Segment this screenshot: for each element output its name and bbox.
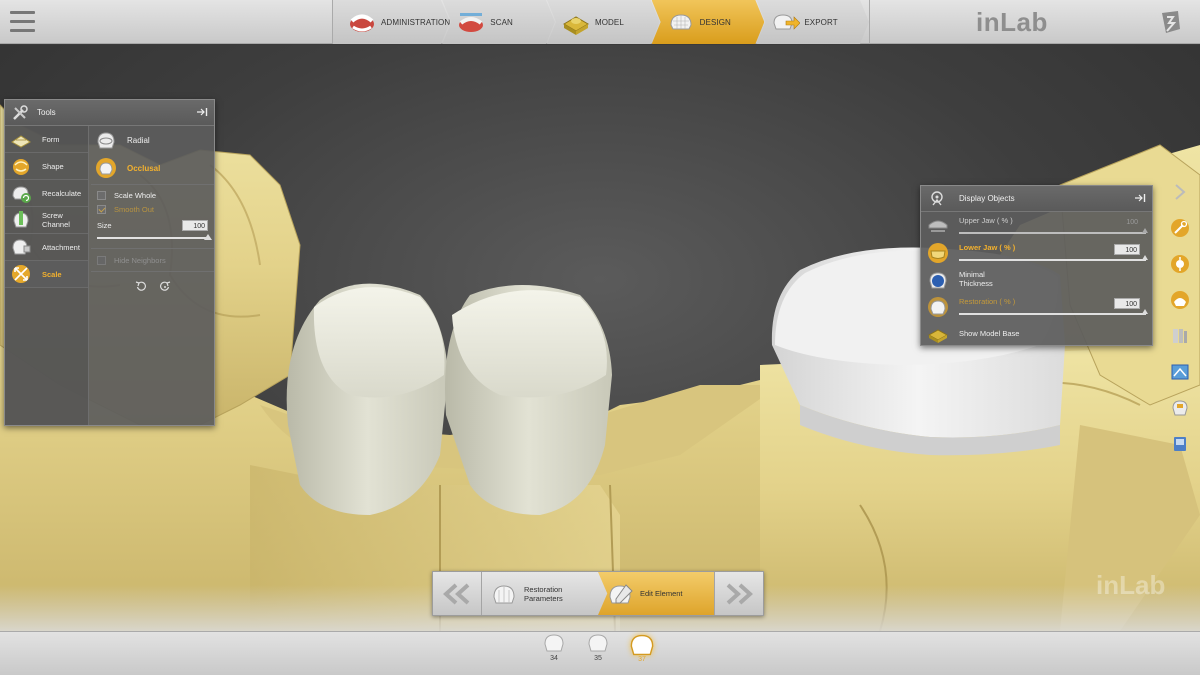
step-restoration-parameters[interactable]: Restoration Parameters [482, 572, 598, 615]
top-bar: ADMINISTRATION SCAN MODEL DESIGN EXPORT … [0, 0, 1200, 44]
undo-icon[interactable] [135, 280, 147, 292]
display-objects-header[interactable]: Display Objects [921, 186, 1152, 212]
double-chevron-right-icon [726, 583, 753, 604]
next-step-button[interactable] [715, 572, 763, 615]
display-objects-icon [931, 190, 943, 205]
size-value-input[interactable]: 100 [182, 219, 208, 231]
display-objects-panel: Display Objects Upper Jaw ( % ) 100 Lowe… [920, 185, 1153, 346]
lower-jaw-slider[interactable] [959, 255, 1148, 261]
upper-jaw-row[interactable]: Upper Jaw ( % ) 100 [921, 212, 1152, 239]
recalculate-icon [12, 186, 31, 203]
phase-scan[interactable]: SCAN [442, 0, 555, 44]
smooth-out-checkbox[interactable]: Smooth Out [91, 202, 214, 216]
size-row: Size 100 [91, 218, 214, 232]
view-icon[interactable] [1170, 362, 1190, 382]
display-objects-icon[interactable] [1170, 290, 1190, 310]
phase-model[interactable]: MODEL [546, 0, 660, 44]
form-icon [11, 135, 31, 148]
shape-icon [13, 159, 29, 175]
tooth-34-button[interactable]: 34 [542, 632, 566, 672]
upper-jaw-icon [928, 220, 948, 232]
tool-list: Form Shape Recalculate Screw Channel Att… [5, 126, 89, 425]
tool-form[interactable]: Form [5, 126, 88, 153]
restoration-tray: 34 35 37 [0, 631, 1200, 675]
restoration-slider[interactable] [959, 309, 1148, 315]
previous-step-button[interactable] [433, 572, 481, 615]
history-controls [91, 280, 214, 292]
tools-icon[interactable] [1170, 218, 1190, 238]
pin-icon[interactable] [1134, 192, 1146, 204]
jaw-icon [350, 14, 374, 32]
tools-panel-header[interactable]: Tools [5, 100, 214, 126]
pin-icon[interactable] [196, 106, 208, 118]
restoration-row[interactable]: Restoration ( % ) 100 [921, 293, 1152, 320]
step-edit-element[interactable]: Edit Element [598, 572, 714, 615]
restoration-value[interactable]: 100 [1114, 298, 1140, 309]
smooth-out-check[interactable] [97, 204, 106, 214]
help-icon[interactable] [1158, 9, 1182, 35]
reset-icon[interactable] [159, 280, 171, 292]
model-base-icon [927, 328, 949, 343]
tool-scale[interactable]: Scale [5, 261, 88, 288]
scale-whole-check[interactable] [97, 190, 106, 200]
tools-panel: Tools Form Shape Recalculate Screw Chann… [4, 99, 215, 426]
tool-attachment[interactable]: Attachment [5, 234, 88, 261]
hide-neighbors-check[interactable] [97, 255, 106, 265]
scale-icon [12, 265, 30, 283]
hide-neighbors-checkbox[interactable]: Hide Neighbors [91, 253, 214, 267]
design-step-bar: Restoration Parameters Edit Element [432, 571, 764, 616]
double-chevron-left-icon [443, 583, 470, 604]
lower-jaw-value[interactable]: 100 [1114, 244, 1140, 255]
attachment-icon [12, 239, 31, 255]
analysis-icon[interactable] [1170, 254, 1190, 274]
export-icon [773, 14, 801, 30]
tools-icon [13, 104, 28, 120]
screenshot-icon[interactable] [1170, 434, 1190, 454]
screw-channel-icon [13, 211, 29, 228]
tooth-35-button[interactable]: 35 [586, 632, 610, 672]
scale-options: Radial Occlusal Scale Whole Smooth Out S… [91, 126, 214, 425]
tooth-icon [544, 634, 564, 652]
minimal-thickness-row[interactable]: Minimal Thickness [921, 266, 1152, 293]
phase-design[interactable]: DESIGN [651, 0, 765, 44]
upper-jaw-slider[interactable] [959, 228, 1148, 234]
tooth-icon [588, 634, 608, 652]
tool-recalculate[interactable]: Recalculate [5, 180, 88, 207]
lower-jaw-row[interactable]: Lower Jaw ( % ) 100 [921, 239, 1152, 266]
phase-administration[interactable]: ADMINISTRATION [333, 0, 451, 44]
edit-element-icon [609, 583, 633, 603]
watermark-logo: inLab [1096, 570, 1166, 600]
phase-export[interactable]: EXPORT [756, 0, 870, 44]
lower-jaw-icon [928, 242, 948, 263]
library-icon[interactable] [1170, 326, 1190, 346]
scan-icon [459, 13, 484, 32]
restoration-icon [928, 296, 948, 317]
size-slider[interactable] [97, 234, 212, 242]
workflow-phases: ADMINISTRATION SCAN MODEL DESIGN EXPORT [332, 0, 870, 44]
restoration-parameters-icon [493, 584, 515, 603]
model-icon [562, 16, 589, 35]
show-model-base-row[interactable]: Show Model Base [921, 320, 1152, 347]
tooth-settings-icon[interactable] [1170, 398, 1190, 418]
occlusal-icon [96, 158, 116, 178]
tooth-icon [630, 634, 654, 656]
design-icon [670, 14, 692, 30]
tool-screw-channel[interactable]: Screw Channel [5, 207, 88, 234]
radial-icon [97, 132, 115, 149]
mode-occlusal[interactable]: Occlusal [91, 154, 214, 182]
side-toolbar [1170, 182, 1192, 470]
minimal-thickness-icon [929, 271, 947, 288]
brand-logo: inLab [976, 7, 1048, 37]
menu-icon[interactable] [10, 11, 35, 33]
upper-jaw-value[interactable]: 100 [1114, 217, 1140, 228]
collapse-arrow-icon[interactable] [1170, 182, 1190, 202]
tooth-37-button[interactable]: 37 [628, 632, 656, 672]
tool-shape[interactable]: Shape [5, 153, 88, 180]
scale-whole-checkbox[interactable]: Scale Whole [91, 188, 214, 202]
mode-radial[interactable]: Radial [91, 126, 214, 154]
